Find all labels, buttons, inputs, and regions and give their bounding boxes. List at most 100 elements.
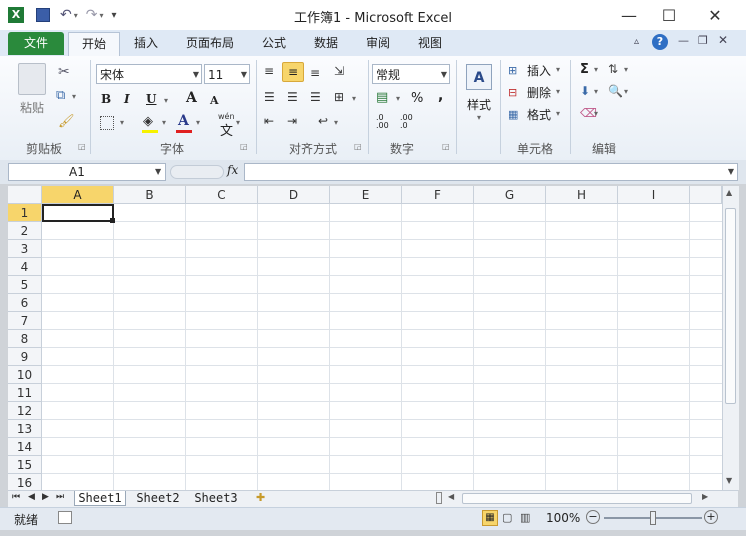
font-color-button[interactable]: A — [178, 113, 189, 129]
percent-button[interactable]: % — [411, 91, 423, 106]
delete-dropdown-icon[interactable]: ▾ — [556, 87, 560, 96]
autosum-dropdown-icon[interactable]: ▾ — [594, 65, 598, 74]
vertical-scrollbar[interactable]: ▲ ▼ — [722, 186, 739, 490]
column-header[interactable]: A — [42, 186, 114, 204]
horizontal-scroll-thumb[interactable] — [462, 493, 692, 504]
grow-font-button[interactable]: A — [186, 90, 197, 106]
normal-view-icon[interactable]: ▦ — [482, 510, 498, 526]
font-color-dropdown-icon[interactable]: ▾ — [196, 118, 200, 127]
zoom-in-button[interactable]: + — [704, 510, 718, 524]
underline-button[interactable]: U — [146, 92, 156, 106]
insert-cells-label[interactable]: 插入 — [527, 62, 551, 79]
fill-handle[interactable] — [110, 218, 115, 223]
row-header[interactable]: 7 — [8, 312, 42, 330]
row-header[interactable]: 16 — [8, 474, 42, 490]
row-header[interactable]: 1 — [8, 204, 42, 222]
column-header-partial[interactable] — [690, 186, 722, 204]
tab-review[interactable]: 审阅 — [356, 32, 400, 55]
column-header[interactable]: G — [474, 186, 546, 204]
worksheet-grid[interactable]: A B C D E F G H I 1 2 3 4 5 6 7 8 9 10 1… — [8, 186, 722, 490]
format-painter-icon[interactable]: 🖌 — [58, 114, 75, 129]
increase-decimal-button[interactable]: .0 .00 — [376, 114, 394, 130]
accounting-dropdown-icon[interactable]: ▾ — [396, 94, 400, 103]
row-header[interactable]: 5 — [8, 276, 42, 294]
page-break-view-icon[interactable]: ▥ — [520, 511, 530, 524]
borders-icon[interactable] — [100, 116, 114, 130]
fill-color-icon[interactable]: ◈ — [143, 114, 153, 129]
fill-dropdown-icon[interactable]: ▾ — [594, 87, 598, 96]
scroll-down-icon[interactable]: ▼ — [726, 476, 732, 485]
row-header[interactable]: 13 — [8, 420, 42, 438]
vertical-scroll-thumb[interactable] — [725, 208, 736, 404]
align-bottom-icon[interactable]: ≡ — [310, 66, 320, 80]
font-launcher-icon[interactable]: ◲ — [240, 142, 248, 151]
find-select-dropdown-icon[interactable]: ▾ — [624, 87, 628, 96]
page-layout-view-icon[interactable]: ▢ — [502, 511, 512, 524]
row-header[interactable]: 14 — [8, 438, 42, 456]
macro-record-icon[interactable] — [58, 511, 72, 524]
tab-formulas[interactable]: 公式 — [252, 32, 296, 55]
zoom-out-button[interactable]: − — [586, 510, 600, 524]
styles-button[interactable]: A 样式 ▾ — [462, 60, 496, 126]
align-center-icon[interactable]: ☰ — [287, 90, 298, 104]
row-header[interactable]: 2 — [8, 222, 42, 240]
clear-dropdown-icon[interactable]: ▾ — [594, 109, 598, 118]
row-header[interactable]: 3 — [8, 240, 42, 258]
zoom-slider-thumb[interactable] — [650, 511, 656, 525]
copy-icon[interactable]: ⧉ — [56, 88, 65, 103]
name-box-dropdown-icon[interactable]: ▼ — [155, 167, 161, 176]
tab-page-layout[interactable]: 页面布局 — [178, 32, 242, 55]
zoom-level[interactable]: 100% — [546, 511, 580, 525]
help-icon[interactable]: ? — [652, 34, 668, 50]
doc-close-icon[interactable]: ✕ — [718, 33, 728, 47]
doc-minimize-icon[interactable]: — — [678, 34, 689, 47]
sheet-tab-sheet2[interactable]: Sheet2 — [132, 491, 184, 506]
alignment-launcher-icon[interactable]: ◲ — [354, 142, 362, 151]
formula-input[interactable]: ▼ — [244, 163, 738, 181]
align-right-icon[interactable]: ☰ — [310, 90, 321, 104]
tab-file[interactable]: 文件 — [8, 32, 64, 55]
delete-cells-label[interactable]: 删除 — [527, 84, 551, 101]
close-button[interactable]: ✕ — [692, 0, 738, 30]
insert-dropdown-icon[interactable]: ▾ — [556, 65, 560, 74]
column-header[interactable]: B — [114, 186, 186, 204]
shrink-font-button[interactable]: A — [210, 94, 219, 107]
active-cell[interactable] — [42, 204, 114, 222]
column-header[interactable]: F — [402, 186, 474, 204]
sheet-tab-sheet1[interactable]: Sheet1 — [74, 491, 126, 506]
sort-filter-icon[interactable]: ⇅ — [608, 62, 618, 76]
row-header[interactable]: 9 — [8, 348, 42, 366]
align-left-icon[interactable]: ☰ — [264, 90, 275, 104]
expand-formula-icon[interactable]: ▼ — [728, 167, 734, 176]
paste-button[interactable]: 粘贴 — [14, 60, 50, 118]
merge-dropdown-icon[interactable]: ▾ — [352, 94, 356, 103]
fill-icon[interactable]: ⬇ — [580, 84, 590, 98]
sheet-tab-sheet3[interactable]: Sheet3 — [190, 491, 242, 506]
find-select-icon[interactable]: 🔍 — [608, 84, 623, 98]
orientation-icon[interactable]: ⇲ — [334, 64, 344, 78]
column-header[interactable]: H — [546, 186, 618, 204]
fill-color-dropdown-icon[interactable]: ▾ — [162, 118, 166, 127]
row-header[interactable]: 6 — [8, 294, 42, 312]
scroll-left-icon[interactable]: ◀ — [448, 492, 454, 501]
align-middle-icon[interactable]: ≡ — [282, 62, 304, 82]
number-format-combo[interactable]: 常规 ▼ — [372, 64, 450, 84]
column-header[interactable]: D — [258, 186, 330, 204]
row-header[interactable]: 11 — [8, 384, 42, 402]
column-header[interactable]: I — [618, 186, 690, 204]
insert-function-button[interactable]: fx — [227, 163, 238, 177]
align-top-icon[interactable]: ≡ — [264, 64, 274, 78]
tab-data[interactable]: 数据 — [304, 32, 348, 55]
delete-cells-icon[interactable]: ⊟ — [508, 86, 517, 99]
last-sheet-icon[interactable]: ⏭ — [56, 492, 64, 502]
tab-insert[interactable]: 插入 — [124, 32, 168, 55]
row-header[interactable]: 10 — [8, 366, 42, 384]
column-header[interactable]: C — [186, 186, 258, 204]
doc-restore-icon[interactable]: ❐ — [698, 34, 708, 47]
autosum-button[interactable]: Σ — [580, 62, 589, 77]
scroll-right-icon[interactable]: ▶ — [702, 492, 708, 501]
copy-dropdown-icon[interactable]: ▾ — [72, 92, 76, 101]
italic-button[interactable]: I — [124, 92, 130, 106]
insert-cells-icon[interactable]: ⊞ — [508, 64, 517, 77]
phonetic-dropdown-icon[interactable]: ▾ — [236, 118, 240, 127]
